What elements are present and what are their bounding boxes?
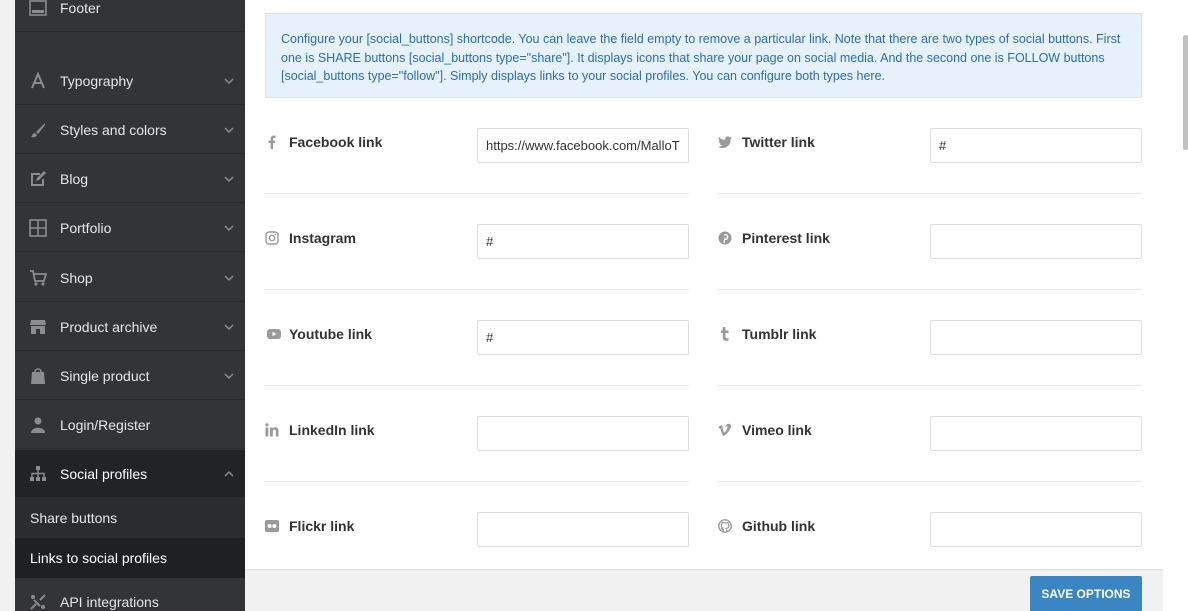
youtube-icon [265,327,289,341]
sidebar-item-label: Footer [60,0,101,16]
pinterest-icon [718,231,742,245]
field-label: LinkedIn link [265,422,375,438]
sidebar-item-label: Social profiles [60,465,148,482]
cart-icon [15,269,60,287]
sidebar-item-blog[interactable]: Blog [15,155,245,203]
field-instagram: Instagram [265,224,689,320]
portfolio-icon [15,218,60,237]
sidebar-item-label: Login/Register [60,416,151,433]
scrollbar-thumb[interactable] [1183,35,1188,150]
sidebar-item-label: Portfolio [60,219,112,236]
sidebar: Footer Typography Styles and colors Blog… [15,0,245,611]
github-icon [718,519,742,533]
facebook-icon [265,135,289,149]
sidebar-item-label: Single product [60,367,150,384]
divider [718,385,1142,386]
sidebar-item-footer[interactable]: Footer [15,0,245,32]
sidebar-item-portfolio[interactable]: Portfolio [15,204,245,252]
left-gutter [0,0,15,611]
save-options-button[interactable]: SAVE OPTIONS [1030,576,1142,611]
vimeo-icon [718,423,742,437]
info-notice: Configure your [social_buttons] shortcod… [265,13,1142,98]
sidebar-item-label: Product archive [60,318,158,335]
twitter-link-input[interactable] [930,128,1142,163]
sidebar-item-styles[interactable]: Styles and colors [15,106,245,154]
sidebar-subitem-label: Share buttons [30,510,118,526]
divider [718,481,1142,482]
field-label: Tumblr link [718,326,816,342]
sidebar-item-label: Shop [60,269,93,286]
divider [265,193,689,194]
api-icon [15,593,60,611]
field-vimeo: Vimeo link [718,416,1142,512]
linkedin-link-input[interactable] [477,416,689,451]
linkedin-icon [265,423,289,437]
sidebar-item-label: Blog [60,170,89,187]
divider [265,385,689,386]
field-label: Github link [718,518,815,534]
field-label: Twitter link [718,134,815,150]
product-icon [15,367,60,385]
field-label: Facebook link [265,134,382,150]
tumblr-icon [718,327,742,341]
sidebar-subitem-share-buttons[interactable]: Share buttons [15,498,245,538]
sidebar-item-shop[interactable]: Shop [15,254,245,302]
tumblr-link-input[interactable] [930,320,1142,355]
store-icon [15,318,60,336]
facebook-link-input[interactable] [477,128,689,163]
field-label: Instagram [265,230,356,246]
field-label: Flickr link [265,518,354,534]
sidebar-item-typography[interactable]: Typography [15,57,245,105]
footer-icon [15,0,60,17]
field-facebook: Facebook link [265,128,689,224]
footer-actions-bar: SAVE OPTIONS [245,569,1163,611]
sidebar-item-single-product[interactable]: Single product [15,352,245,400]
sidebar-item-product-archive[interactable]: Product archive [15,303,245,351]
blog-icon [15,170,60,188]
twitter-icon [718,135,742,149]
chevron-down-icon [224,372,234,379]
typography-icon [15,71,60,90]
field-linkedin: LinkedIn link [265,416,689,512]
chevron-up-icon [224,470,234,477]
sidebar-item-label: Styles and colors [60,121,167,138]
sidebar-subitem-links-to-social-profiles[interactable]: Links to social profiles [15,538,245,578]
brush-icon [15,121,60,139]
chevron-down-icon [224,274,234,281]
flickr-icon [265,519,289,533]
field-label: Vimeo link [718,422,812,438]
sidebar-item-social-profiles[interactable]: Social profiles [15,450,245,498]
youtube-link-input[interactable] [477,320,689,355]
chevron-down-icon [224,224,234,231]
pinterest-link-input[interactable] [930,224,1142,259]
sidebar-item-api-integrations[interactable]: API integrations [15,578,245,611]
field-youtube: Youtube link [265,320,689,416]
divider [718,289,1142,290]
field-label: Pinterest link [718,230,830,246]
chevron-down-icon [224,323,234,330]
sidebar-item-label: Typography [60,72,134,89]
flickr-link-input[interactable] [477,512,689,547]
vimeo-link-input[interactable] [930,416,1142,451]
sidebar-item-label: API integrations [60,593,159,610]
divider [265,289,689,290]
sidebar-item-login-register[interactable]: Login/Register [15,401,245,449]
user-icon [15,416,60,434]
theme-options-app: Footer Typography Styles and colors Blog… [0,0,1188,611]
field-tumblr: Tumblr link [718,320,1142,416]
chevron-down-icon [224,77,234,84]
sitemap-icon [15,465,60,483]
github-link-input[interactable] [930,512,1142,547]
field-twitter: Twitter link [718,128,1142,224]
main-panel: Configure your [social_buttons] shortcod… [245,0,1163,569]
sidebar-subitem-label: Links to social profiles [30,550,167,566]
instagram-link-input[interactable] [477,224,689,259]
instagram-icon [265,231,289,245]
chevron-down-icon [224,126,234,133]
chevron-down-icon [224,175,234,182]
divider [265,481,689,482]
field-label: Youtube link [265,326,372,342]
divider [718,193,1142,194]
field-pinterest: Pinterest link [718,224,1142,320]
